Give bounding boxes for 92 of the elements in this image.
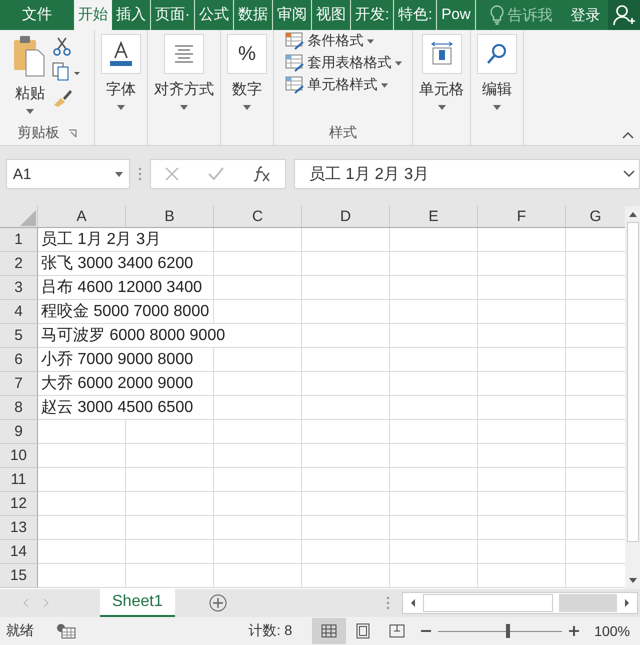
caret-icon	[26, 109, 34, 114]
cell-text: 赵云 3000 4500 6500	[41, 396, 194, 419]
lightbulb-icon	[490, 5, 504, 25]
caret-icon	[380, 82, 388, 88]
dialog-launcher-icon[interactable]	[68, 128, 76, 138]
more-icon	[386, 596, 390, 610]
page-break-icon	[389, 624, 406, 638]
brush-icon[interactable]	[52, 88, 74, 108]
page-icon	[356, 623, 370, 640]
scroll-down-icon[interactable]	[628, 577, 638, 586]
style-menu-button[interactable]: 套用表格格式	[284, 54, 402, 72]
cell-text: 吕布 4600 12000 3400	[41, 276, 202, 299]
column-header[interactable]: B	[126, 206, 214, 227]
style-menu-button[interactable]: 条件格式	[284, 32, 402, 50]
paste-button[interactable]: 粘贴	[12, 34, 48, 122]
count-text: 计数: 8	[248, 622, 292, 640]
row-header[interactable]: 9	[0, 420, 38, 444]
cell-text: 小乔 7000 9000 8000	[41, 348, 194, 371]
scrollbar-thumb[interactable]	[423, 594, 553, 612]
column-header[interactable]: F	[478, 206, 566, 227]
group-label: 样式	[329, 124, 357, 142]
row-header[interactable]: 3	[0, 276, 38, 300]
status-text: 就绪	[6, 622, 34, 640]
scrollbar-thumb[interactable]	[626, 222, 638, 542]
caret-icon	[243, 105, 251, 110]
caret-icon	[394, 60, 402, 66]
caret-icon	[366, 38, 374, 44]
sheet-tab[interactable]: Sheet1	[100, 589, 175, 618]
row-header[interactable]: 4	[0, 300, 38, 324]
row-header[interactable]: 8	[0, 396, 38, 420]
row-header[interactable]: 1	[0, 228, 38, 252]
formula-field[interactable]: 员工 1月 2月 3月	[294, 159, 640, 190]
zoom-level-text: 100%	[594, 623, 630, 640]
row-header[interactable]: 10	[0, 444, 38, 468]
add-sheet-icon[interactable]	[208, 594, 227, 612]
caret-icon	[180, 105, 188, 110]
zoom-slider-thumb[interactable]	[506, 624, 510, 638]
zoom-in-icon[interactable]	[568, 625, 580, 638]
font-button[interactable]: 字体	[95, 30, 148, 145]
scroll-left-icon[interactable]	[409, 598, 417, 608]
row-header[interactable]: 13	[0, 516, 38, 540]
column-header[interactable]: C	[214, 206, 302, 227]
column-header[interactable]: E	[390, 206, 478, 227]
scroll-up-icon[interactable]	[628, 210, 638, 218]
align-center-icon	[173, 44, 195, 64]
row-header[interactable]: 11	[0, 468, 38, 492]
row-header[interactable]: 12	[0, 492, 38, 516]
cell-text: 马可波罗 6000 8000 9000	[41, 324, 226, 347]
sign-in-link[interactable]: 登录	[570, 6, 601, 24]
more-icon	[138, 167, 142, 182]
name-box[interactable]: A1	[6, 159, 130, 190]
grid-icon	[321, 624, 338, 638]
normal-view-button[interactable]	[312, 618, 346, 644]
caret-icon	[115, 172, 123, 177]
caret-icon	[438, 105, 446, 110]
alignment-button[interactable]: 对齐方式	[148, 30, 221, 145]
row-header[interactable]: 15	[0, 564, 38, 588]
table-style-icon	[284, 76, 304, 94]
number-button[interactable]: % 数字	[221, 30, 274, 145]
row-header[interactable]: 6	[0, 348, 38, 372]
column-width-icon	[428, 41, 454, 67]
ribbon-tab[interactable]: 文件	[0, 0, 74, 30]
cell-text: 程咬金 5000 7000 8000	[41, 300, 210, 323]
style-menu-button[interactable]: 单元格样式	[284, 76, 402, 94]
row-header[interactable]: 7	[0, 372, 38, 396]
group-label: 剪贴板	[18, 124, 60, 142]
cell-text: 张飞 3000 3400 6200	[41, 252, 194, 275]
row-header[interactable]: 14	[0, 540, 38, 564]
scroll-right-icon[interactable]	[623, 598, 631, 608]
row-header[interactable]: 2	[0, 252, 38, 276]
cut-icon[interactable]	[52, 36, 72, 56]
insert-function-icon[interactable]	[252, 165, 272, 184]
cells-button[interactable]: 单元格	[413, 30, 471, 145]
search-icon	[485, 42, 509, 66]
collapse-ribbon-icon[interactable]	[622, 131, 634, 139]
row-header[interactable]: 5	[0, 324, 38, 348]
column-header[interactable]: D	[302, 206, 390, 227]
expand-icon[interactable]	[623, 170, 635, 178]
caret-icon	[493, 105, 501, 110]
caret-icon	[117, 105, 125, 110]
copy-icon[interactable]	[52, 62, 82, 82]
vertical-scrollbar[interactable]	[625, 206, 640, 590]
editing-button[interactable]: 编辑	[471, 30, 524, 145]
horizontal-scrollbar[interactable]	[402, 592, 638, 614]
table-style-icon	[284, 54, 304, 72]
share-button[interactable]	[608, 0, 640, 30]
column-header[interactable]: A	[38, 206, 126, 227]
column-header[interactable]: G	[566, 206, 625, 227]
macro-record-icon[interactable]	[56, 623, 76, 640]
font-color-icon	[108, 40, 134, 68]
ribbon-tab[interactable]: 开始	[74, 0, 112, 30]
cell-text: 大乔 6000 2000 9000	[41, 372, 194, 395]
